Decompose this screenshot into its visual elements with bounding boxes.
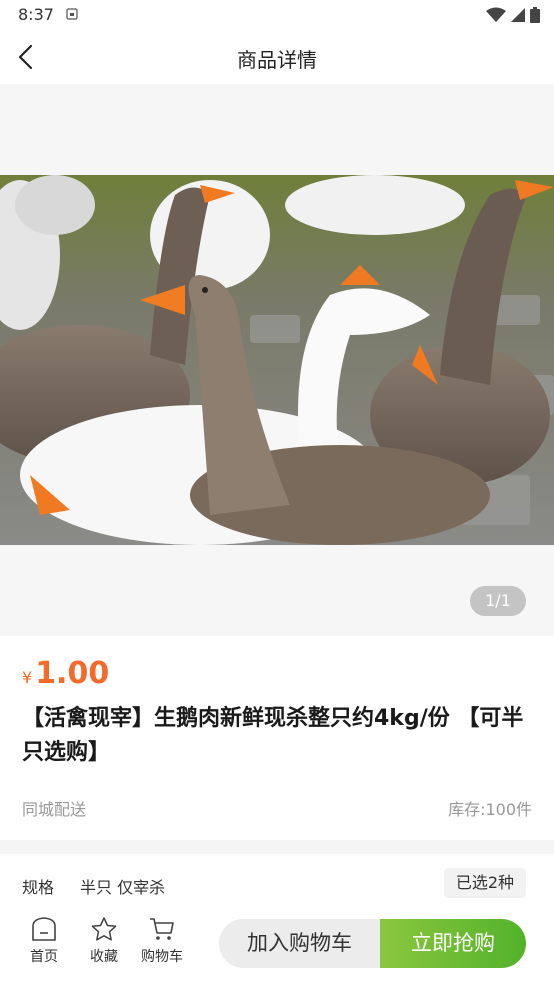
price: ¥1.00 — [22, 656, 109, 691]
top-navigation: 商品详情 — [0, 30, 554, 84]
wifi-icon — [486, 7, 506, 22]
page-title: 商品详情 — [237, 48, 317, 72]
spec-value: 半只 仅宰杀 — [80, 878, 166, 897]
signal-icon — [511, 8, 525, 22]
product-image — [0, 175, 554, 545]
delivery-method: 同城配送 — [22, 800, 87, 819]
image-pager: 1/1 — [470, 586, 526, 616]
product-info: ¥1.00 【活禽现宰】生鹅肉新鲜现杀整只约4kg/份 【可半只选购】 同城配送… — [0, 636, 554, 840]
tab-home-label: 首页 — [30, 949, 58, 965]
cart-icon — [150, 918, 174, 940]
star-icon — [91, 917, 117, 941]
product-title: 【活禽现宰】生鹅肉新鲜现杀整只约4kg/份 【可半只选购】 — [22, 706, 524, 765]
spec-selected-badge[interactable]: 已选2种 — [443, 868, 526, 898]
tab-favorite-label: 收藏 — [90, 949, 118, 965]
stock-count: 库存:100件 — [448, 800, 532, 819]
sim-card-icon — [66, 8, 78, 20]
price-currency: ¥ — [22, 668, 33, 687]
spec-label: 规格 — [22, 878, 55, 897]
tab-cart-label: 购物车 — [141, 949, 183, 965]
bottom-action-bar: 首页 收藏 购物车 加入购物车 立即抢购 — [0, 900, 554, 984]
home-icon — [32, 917, 56, 941]
price-value: 1.00 — [35, 656, 110, 691]
status-time: 8:37 — [18, 5, 54, 24]
add-to-cart-button[interactable]: 加入购物车 — [219, 919, 380, 968]
tab-cart[interactable]: 购物车 — [134, 916, 190, 966]
spec-row[interactable]: 规格 半只 仅宰杀 已选2种 — [0, 854, 554, 900]
status-bar: 8:37 — [0, 0, 554, 30]
tab-favorite[interactable]: 收藏 — [76, 916, 132, 966]
tab-home[interactable]: 首页 — [16, 916, 72, 966]
product-gallery[interactable]: 1/1 — [0, 84, 554, 636]
buy-now-button[interactable]: 立即抢购 — [380, 919, 526, 968]
status-icons — [486, 7, 540, 23]
battery-icon — [530, 7, 540, 23]
purchase-actions: 加入购物车 立即抢购 — [219, 919, 526, 968]
